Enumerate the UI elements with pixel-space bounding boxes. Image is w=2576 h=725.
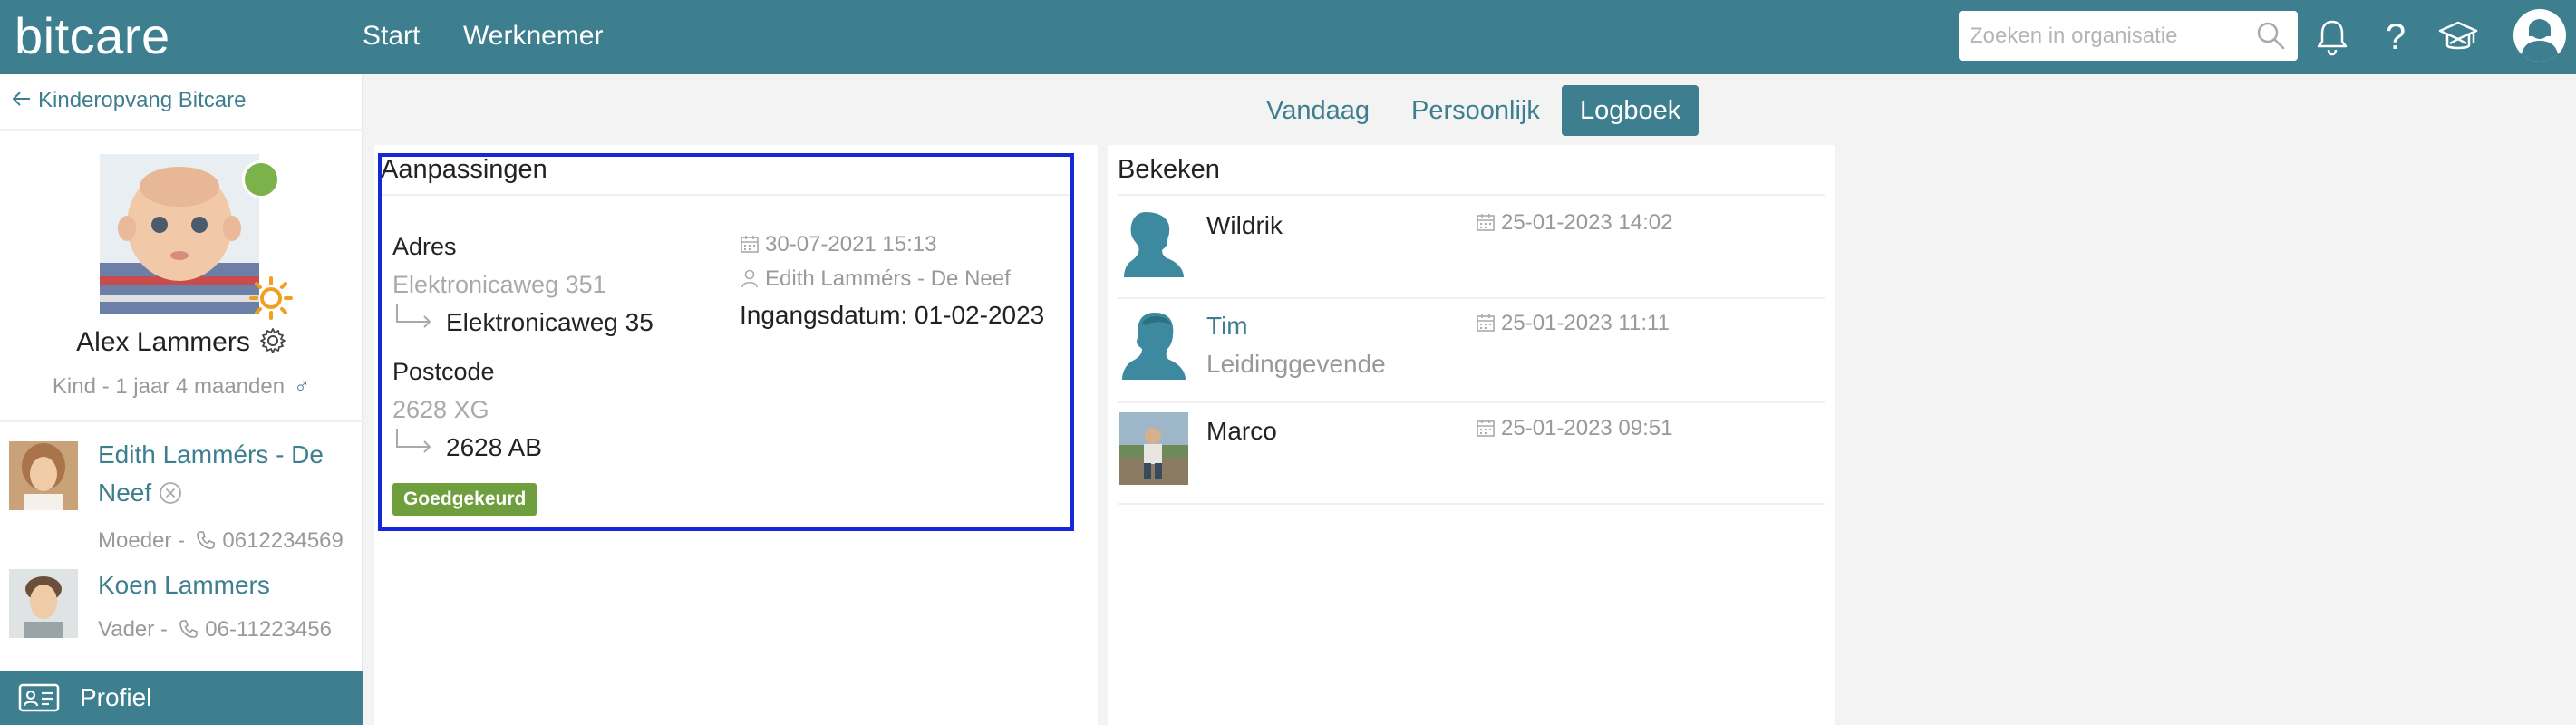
parent-photo[interactable] [9,569,78,638]
viewer-name: Marco [1206,417,1277,445]
graduation-cap-icon[interactable] [2437,16,2479,58]
parent-details: Vader - 06-11223456 [98,616,332,643]
viewer-avatar [1119,412,1188,485]
user-avatar-icon[interactable] [2513,9,2566,62]
phone-icon [179,620,198,638]
viewer-date: 25-01-2023 14:02 [1476,209,1673,237]
viewed-title: Bekeken [1118,155,1220,184]
child-name-text: Alex Lammers [76,327,250,357]
help-icon[interactable]: ? [2375,16,2416,58]
parent-role: Vader - [98,617,168,642]
divider [1118,194,1825,196]
parent-name-link-cont[interactable]: Neef [98,474,182,512]
sun-icon [249,276,293,320]
bell-icon[interactable] [2311,16,2353,58]
viewer-avatar[interactable] [1119,307,1188,380]
parent-phone[interactable]: 06-11223456 [205,617,332,642]
gear-icon[interactable] [259,327,286,354]
parent-name-line2: Neef [98,478,152,507]
back-link-label: Kinderopvang Bitcare [38,88,247,112]
sidebar-item-label: Profiel [80,683,152,711]
child-age: Kind - 1 jaar 4 maanden [52,374,286,399]
nav-start[interactable]: Start [363,18,420,54]
divider [1118,503,1825,505]
calendar-icon [1477,314,1495,332]
tab-vandaag[interactable]: Vandaag [1248,85,1388,136]
viewer-name-link[interactable]: Tim [1206,310,1248,343]
nav-werknemer[interactable]: Werknemer [463,18,603,54]
child-photo [100,154,259,314]
parent-name-link[interactable]: Edith Lammérs - De [98,436,324,474]
selection-highlight [378,153,1074,531]
divider [1118,401,1825,403]
viewer-avatar [1119,205,1188,277]
parent-name-line1: Edith Lammérs - De [98,440,324,469]
arrow-left-icon [12,92,30,106]
search-input[interactable] [1959,11,2249,61]
tab-logboek[interactable]: Logboek [1562,85,1700,136]
tab-persoonlijk[interactable]: Persoonlijk [1393,85,1558,136]
profile-card-icon [18,683,60,712]
divider [1118,297,1825,299]
back-link[interactable]: Kinderopvang Bitcare [11,87,246,114]
brand-logo[interactable]: bitcare [15,4,170,69]
sidebar-item-profiel[interactable]: Profiel [0,671,363,725]
male-icon: ♂ [294,374,311,399]
phone-icon [196,531,215,549]
status-indicator [242,160,280,198]
viewer-date-text: 25-01-2023 11:11 [1501,311,1670,335]
sidebar: Kinderopvang Bitcare Alex Lammers Kind -… [0,74,363,725]
remove-icon[interactable] [159,481,182,505]
child-subtitle: Kind - 1 jaar 4 maanden ♂ [0,373,363,401]
viewer-name: Wildrik [1206,211,1283,239]
viewer-date-text: 25-01-2023 14:02 [1501,210,1673,235]
parent-photo[interactable] [9,441,78,510]
search-box [1959,11,2298,61]
parent-phone[interactable]: 0612234569 [222,528,343,553]
parent-role: Moeder - [98,528,186,553]
parent-details: Moeder - 0612234569 [98,527,344,555]
divider [0,420,363,422]
divider [0,129,363,130]
viewer-date-text: 25-01-2023 09:51 [1501,416,1673,440]
top-bar: bitcare Start Werknemer ? [0,0,2576,74]
viewer-date: 25-01-2023 09:51 [1476,415,1673,442]
viewer-date: 25-01-2023 11:11 [1476,310,1670,337]
child-name: Alex Lammers [0,324,363,361]
viewer-role: Leidinggevende [1206,350,1386,378]
calendar-icon [1477,420,1495,437]
calendar-icon [1477,214,1495,231]
search-icon[interactable] [2255,20,2286,51]
parent-name-link[interactable]: Koen Lammers [98,566,270,604]
